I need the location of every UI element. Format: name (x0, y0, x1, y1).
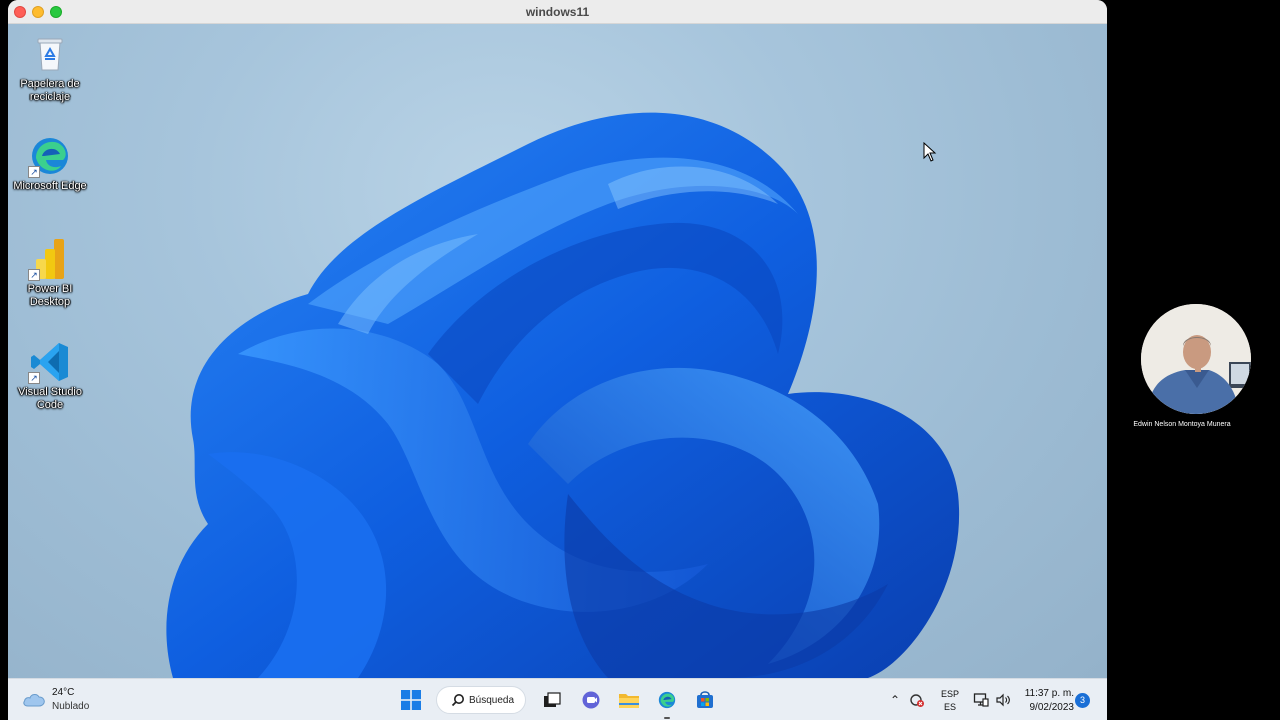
edge-icon (658, 691, 676, 709)
clock-time: 11:37 p. m. (1024, 688, 1074, 699)
presenter-name: Edwin Nelson Montoya Munera (1133, 421, 1231, 428)
taskbar: 24°C Nublado Búsqueda ⌃ ESP ES 11:37 p. … (8, 678, 1107, 720)
clock-date: 9/02/2023 (1029, 702, 1075, 713)
running-indicator (664, 717, 670, 719)
desktop-icon-label: Visual Studio Code (17, 386, 82, 411)
shortcut-arrow-icon: ↗ (28, 269, 40, 281)
weather-condition: Nublado (52, 701, 90, 712)
taskbar-clock[interactable]: 11:37 p. m. 9/02/2023 (1018, 687, 1074, 715)
search-label: Búsqueda (469, 695, 515, 706)
teams-chat-icon (582, 691, 600, 709)
desktop-icon-vscode[interactable]: ↗ Visual Studio Code (8, 340, 92, 412)
taskbar-search-box[interactable]: Búsqueda (436, 686, 526, 714)
mouse-cursor-icon (923, 142, 937, 162)
security-icon (910, 694, 924, 707)
cloud-icon (23, 694, 45, 707)
desktop-icon-label: Power BI Desktop (27, 283, 73, 308)
store-icon (697, 691, 713, 708)
power-bi-icon: ↗ (28, 237, 72, 281)
file-explorer-icon (619, 694, 639, 708)
edge-icon: ↗ (28, 134, 72, 178)
file-explorer-button[interactable] (614, 685, 644, 715)
vscode-icon: ↗ (28, 340, 72, 384)
desktop-icon-recycle-bin[interactable]: Papelera de reciclaje (8, 32, 92, 104)
edge-taskbar-button[interactable] (652, 685, 682, 719)
store-button[interactable] (690, 685, 720, 715)
recycle-bin-icon (28, 32, 72, 76)
weather-temperature: 24°C (52, 687, 75, 698)
desktop-icon-edge[interactable]: ↗ Microsoft Edge (8, 134, 92, 193)
volume-button[interactable] (992, 685, 1014, 715)
presenter-avatar (1141, 304, 1251, 414)
presenter-webcam (1141, 304, 1251, 414)
network-icon (973, 693, 989, 707)
security-tray-button[interactable] (906, 685, 928, 715)
search-icon (451, 694, 464, 707)
desktop[interactable]: Papelera de reciclaje ↗ Microsoft Edge ↗… (8, 24, 1107, 678)
desktop-icon-power-bi[interactable]: ↗ Power BI Desktop (8, 237, 92, 309)
task-view-icon (544, 692, 561, 707)
chevron-up-icon: ⌃ (889, 693, 901, 707)
start-icon (401, 690, 421, 710)
title-bar[interactable]: windows11 (8, 0, 1107, 24)
vm-window: windows11 Papelera de reciclaje ↗ Micros… (8, 0, 1107, 720)
volume-icon (996, 693, 1010, 707)
bloom-wallpaper (166, 112, 960, 678)
keyboard-layout: ES (943, 702, 956, 712)
input-language-indicator[interactable]: ESP ES (940, 688, 960, 714)
desktop-icon-label: Papelera de reciclaje (20, 78, 80, 103)
teams-chat-button[interactable] (576, 685, 606, 715)
desktop-icon-label: Microsoft Edge (13, 180, 87, 192)
show-hidden-icons-button[interactable]: ⌃ (884, 685, 906, 715)
notification-count-badge[interactable]: 3 (1075, 693, 1090, 708)
screen: windows11 Papelera de reciclaje ↗ Micros… (0, 0, 1280, 720)
window-title: windows11 (525, 5, 590, 19)
network-button[interactable] (970, 685, 992, 715)
task-view-button[interactable] (537, 685, 567, 715)
shortcut-arrow-icon: ↗ (28, 166, 40, 178)
start-button[interactable] (396, 685, 426, 715)
shortcut-arrow-icon: ↗ (28, 372, 40, 384)
language-code: ESP (940, 689, 959, 699)
